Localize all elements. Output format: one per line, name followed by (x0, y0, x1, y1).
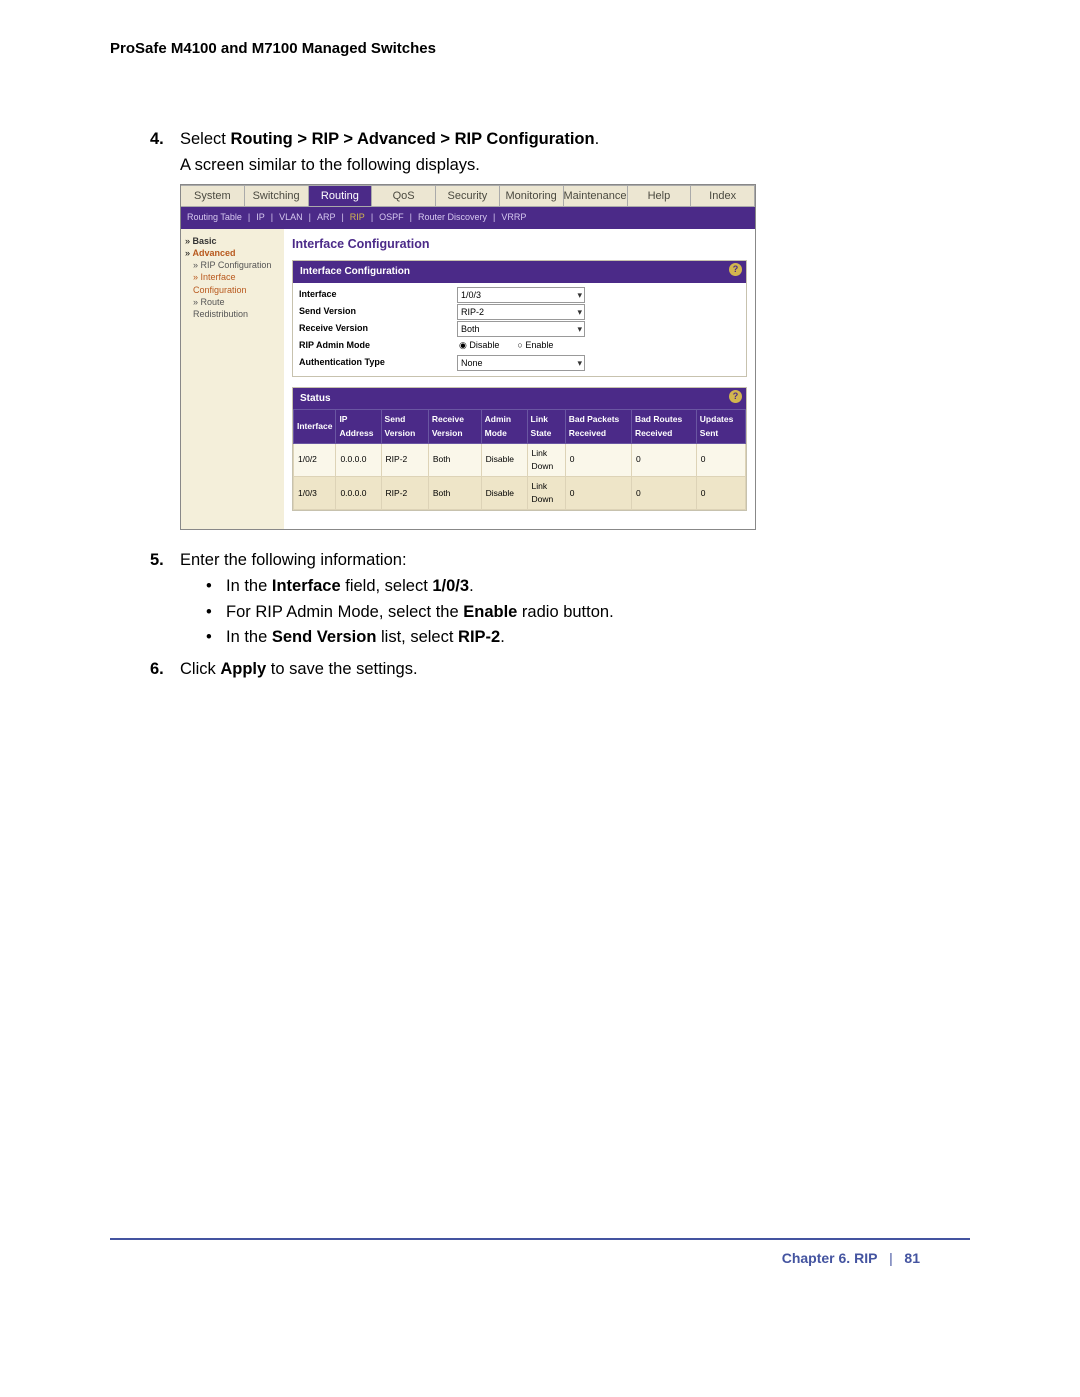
tab-security[interactable]: Security (436, 185, 500, 207)
step-5: 5. Enter the following information: In t… (160, 548, 970, 650)
status-panel-header: Status ? (293, 388, 746, 410)
tab-index[interactable]: Index (691, 185, 755, 207)
document-page: ProSafe M4100 and M7100 Managed Switches… (0, 0, 1080, 1300)
subnav-arp[interactable]: ARP (317, 211, 336, 225)
step5-text: Enter the following information: (180, 551, 407, 569)
step-number: 6. (150, 657, 164, 683)
screenshot-container: System Switching Routing QoS Security Mo… (180, 184, 970, 530)
admin-mode-enable-radio[interactable]: ○ Enable (517, 339, 553, 353)
col-link-state: Link State (527, 410, 565, 443)
ui-body: » Basic » Advanced » RIP Configuration »… (181, 229, 755, 529)
step4-text-lead: Select (180, 130, 230, 148)
status-panel-title: Status (300, 393, 331, 404)
subnav-routing-table[interactable]: Routing Table (187, 211, 242, 225)
sidebar-advanced[interactable]: Advanced (193, 248, 236, 258)
col-bad-packets: Bad Packets Received (565, 410, 631, 443)
step4-after: A screen similar to the following displa… (180, 153, 970, 179)
step-4: 4. Select Routing > RIP > Advanced > RIP… (160, 127, 970, 530)
subnav-ospf[interactable]: OSPF (379, 211, 404, 225)
bullet-2: For RIP Admin Mode, select the Enable ra… (212, 600, 970, 626)
col-interface: Interface (294, 410, 336, 443)
page-footer: Chapter 6. RIP | 81 (782, 1250, 920, 1266)
interface-label: Interface (299, 288, 457, 302)
config-panel-body: Interface 1/0/3 Send Version RIP-2 Recei… (293, 283, 746, 376)
sub-nav: Routing Table| IP| VLAN| ARP| RIP| OSPF|… (181, 207, 755, 229)
instruction-list: 4. Select Routing > RIP > Advanced > RIP… (110, 127, 970, 682)
sidebar-interface-config[interactable]: Interface Configuration (193, 272, 247, 294)
col-bad-routes: Bad Routes Received (631, 410, 696, 443)
tab-maintenance[interactable]: Maintenance (564, 185, 628, 207)
col-send-ver: Send Version (381, 410, 428, 443)
receive-version-label: Receive Version (299, 322, 457, 336)
doc-header: ProSafe M4100 and M7100 Managed Switches (110, 40, 970, 57)
table-header-row: Interface IP Address Send Version Receiv… (294, 410, 746, 443)
subnav-vlan[interactable]: VLAN (279, 211, 303, 225)
footer-divider (110, 1238, 970, 1240)
table-row: 1/0/3 0.0.0.0 RIP-2 Both Disable Link Do… (294, 477, 746, 510)
interface-select[interactable]: 1/0/3 (457, 287, 585, 303)
auth-type-label: Authentication Type (299, 356, 457, 370)
tab-system[interactable]: System (181, 185, 245, 207)
tab-help[interactable]: Help (628, 185, 692, 207)
help-icon[interactable]: ? (729, 390, 742, 403)
config-panel-title: Interface Configuration (300, 266, 410, 277)
help-icon[interactable]: ? (729, 263, 742, 276)
config-panel-header: Interface Configuration ? (293, 261, 746, 283)
table-row: 1/0/2 0.0.0.0 RIP-2 Both Disable Link Do… (294, 443, 746, 476)
step-number: 5. (150, 548, 164, 574)
col-admin-mode: Admin Mode (481, 410, 527, 443)
step4-tail: . (595, 130, 600, 148)
top-tabs: System Switching Routing QoS Security Mo… (181, 185, 755, 207)
config-panel: Interface Configuration ? Interface 1/0/… (292, 260, 747, 377)
tab-monitoring[interactable]: Monitoring (500, 185, 564, 207)
tab-switching[interactable]: Switching (245, 185, 309, 207)
step-number: 4. (150, 127, 164, 153)
send-version-label: Send Version (299, 305, 457, 319)
subnav-ip[interactable]: IP (256, 211, 265, 225)
admin-mode-disable-radio[interactable]: ◉ Disable (459, 339, 499, 353)
status-table: Interface IP Address Send Version Receiv… (293, 409, 746, 510)
page-title: Interface Configuration (292, 235, 747, 254)
col-recv-ver: Receive Version (428, 410, 481, 443)
status-panel: Status ? Interface IP Address Send Versi… (292, 387, 747, 512)
bullet-1: In the Interface field, select 1/0/3. (212, 574, 970, 600)
tab-routing[interactable]: Routing (309, 185, 373, 207)
admin-mode-label: RIP Admin Mode (299, 339, 457, 353)
sidebar-rip-config[interactable]: RIP Configuration (201, 260, 272, 270)
subnav-rip[interactable]: RIP (350, 211, 365, 225)
step5-bullets: In the Interface field, select 1/0/3. Fo… (180, 574, 970, 651)
sidebar: » Basic » Advanced » RIP Configuration »… (181, 229, 284, 529)
bullet-3: In the Send Version list, select RIP-2. (212, 625, 970, 651)
sidebar-route-redist[interactable]: Route Redistribution (193, 297, 248, 319)
switch-ui-screenshot: System Switching Routing QoS Security Mo… (180, 184, 756, 530)
col-updates-sent: Updates Sent (696, 410, 745, 443)
subnav-router-discovery[interactable]: Router Discovery (418, 211, 487, 225)
step-6: 6. Click Apply to save the settings. (160, 657, 970, 683)
step4-path: Routing > RIP > Advanced > RIP Configura… (230, 130, 594, 148)
sidebar-basic[interactable]: Basic (193, 236, 217, 246)
col-ip: IP Address (336, 410, 381, 443)
tab-qos[interactable]: QoS (372, 185, 436, 207)
subnav-vrrp[interactable]: VRRP (501, 211, 526, 225)
auth-type-select[interactable]: None (457, 355, 585, 371)
ui-main: Interface Configuration Interface Config… (284, 229, 755, 529)
send-version-select[interactable]: RIP-2 (457, 304, 585, 320)
receive-version-select[interactable]: Both (457, 321, 585, 337)
